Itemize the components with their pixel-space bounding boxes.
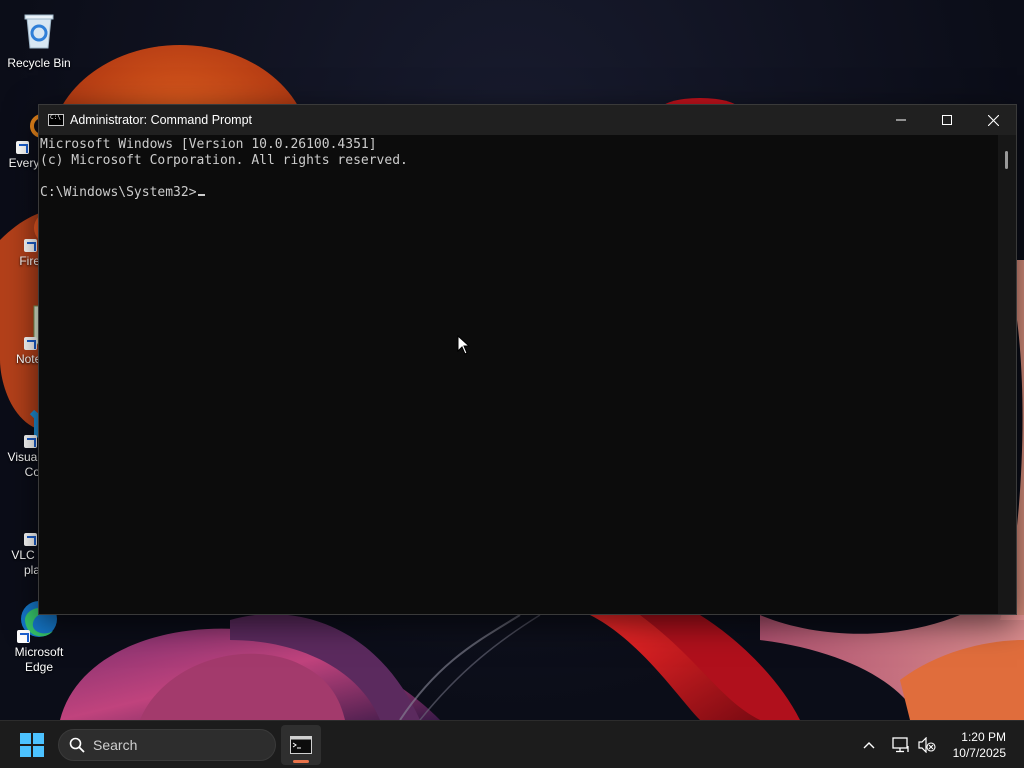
desktop-icon-label-line2: Edge [24,660,54,674]
shortcut-arrow-icon [17,630,30,643]
cmd-app-icon [48,114,64,126]
close-icon [987,114,999,126]
clock-time: 1:20 PM [961,730,1006,744]
minimize-icon [896,119,906,121]
windows-logo-icon [20,733,44,757]
shortcut-arrow-icon [24,435,37,448]
terminal-icon [290,736,312,754]
desktop-icon-label: Microsoft [14,645,64,659]
taskbar: Search 1:20 PM 10/7/2025 [0,720,1024,768]
network-icon [892,737,909,753]
maximize-button[interactable] [924,105,970,135]
command-prompt-window[interactable]: Administrator: Command Prompt Microsoft … [38,104,1017,615]
volume-button[interactable] [916,733,938,757]
window-titlebar[interactable]: Administrator: Command Prompt [39,105,1016,135]
taskbar-clock[interactable]: 1:20 PM 10/7/2025 [953,729,1006,761]
scrollbar-thumb[interactable] [1005,151,1008,169]
volume-muted-icon [918,737,936,753]
network-button[interactable] [890,733,912,757]
chevron-up-icon [863,742,875,749]
mouse-pointer-icon [457,335,471,355]
text-cursor [197,194,205,196]
start-button[interactable] [14,729,50,761]
shortcut-arrow-icon [24,533,37,546]
active-app-indicator [293,760,309,763]
show-hidden-icons-button[interactable] [860,733,878,757]
console-line: Microsoft Windows [Version 10.0.26100.43… [40,137,377,152]
search-icon [69,737,85,753]
console-prompt-line: C:\Windows\System32> [40,185,998,201]
desktop-icon-label: Recycle Bin [7,56,71,70]
console-output[interactable]: Microsoft Windows [Version 10.0.26100.43… [39,135,998,614]
maximize-icon [942,115,952,125]
shortcut-arrow-icon [16,141,29,154]
vertical-scrollbar[interactable] [998,135,1016,614]
taskbar-app-command-prompt[interactable] [281,725,321,765]
console-line: ​ [40,169,998,185]
search-placeholder: Search [93,737,138,753]
shortcut-arrow-icon [24,239,37,252]
minimize-button[interactable] [878,105,924,135]
console-line: (c) Microsoft Corporation. All rights re… [40,153,408,168]
clock-date: 10/7/2025 [952,746,1006,760]
close-button[interactable] [970,105,1016,135]
desktop-icon-recycle-bin[interactable]: Recycle Bin [1,8,77,71]
window-title: Administrator: Command Prompt [70,113,253,127]
recycle-bin-icon [17,8,61,52]
console-prompt: C:\Windows\System32> [40,185,197,200]
taskbar-search-box[interactable]: Search [58,729,276,761]
shortcut-arrow-icon [24,337,37,350]
